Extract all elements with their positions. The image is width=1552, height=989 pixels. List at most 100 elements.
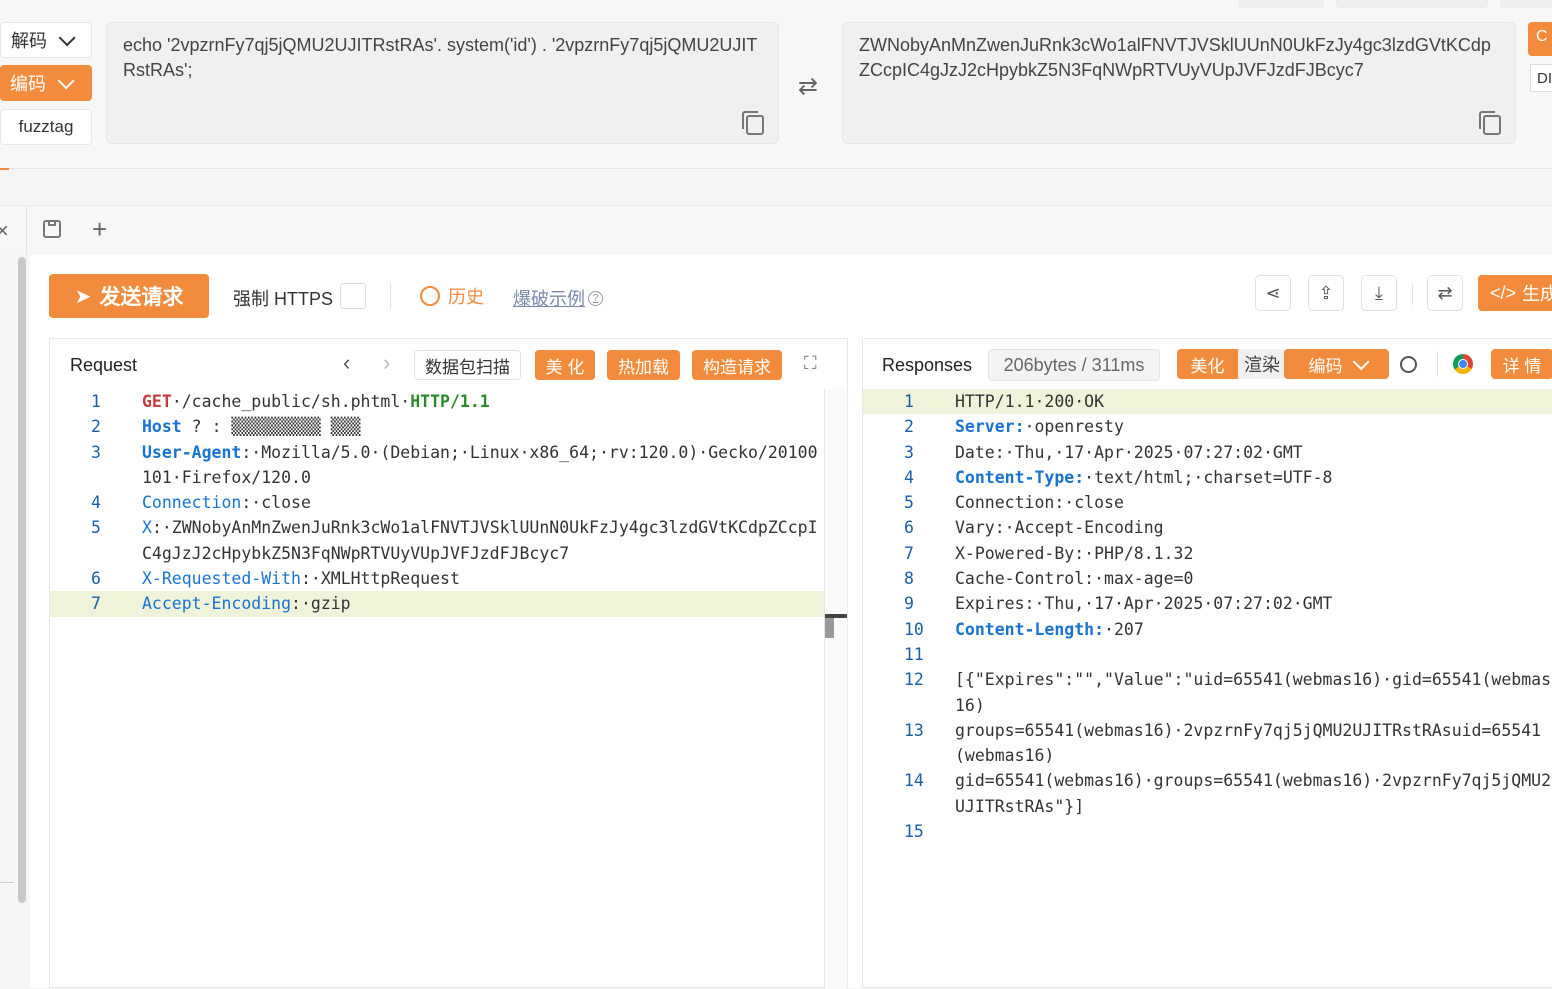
request-beautify-button[interactable]: 美 化 — [535, 350, 595, 380]
details-button[interactable]: 详 情 — [1491, 349, 1552, 379]
code-token: X — [142, 518, 152, 538]
response-beautify-label: 美化 — [1190, 356, 1225, 376]
codec-action-label: C — [1536, 28, 1548, 45]
construct-request-button[interactable]: 构造请求 — [692, 350, 782, 380]
line-number: 4 — [91, 493, 101, 513]
code-token: :·Mozilla/5.0·(Debian;·Linux·x86_64;·rv:… — [142, 442, 818, 487]
fuzz-example-link[interactable]: 爆破示例 ? — [513, 285, 603, 311]
line-content: Accept-Encoding:·gzip — [142, 591, 351, 616]
response-encode-button[interactable]: 编码 — [1284, 349, 1389, 379]
response-meta: 206bytes / 311ms — [1003, 354, 1145, 375]
fuzztag-mode-button[interactable]: fuzztag — [0, 109, 92, 145]
codec-input[interactable]: echo '2vpzrnFy7qj5jQMU2UJITRstRAs'. syst… — [106, 22, 779, 144]
codec-output[interactable]: ZWNobyAnMnZwenJuRnk3cWo1alFNVTJVSklUUnN0… — [842, 22, 1516, 144]
request-line: 5 X:·ZWNobyAnMnZwenJuRnk3cWo1alFNVTJVSklU… — [50, 515, 825, 566]
send-request-button[interactable]: ➤ 发送请求 — [49, 274, 209, 318]
codec-side-tab[interactable]: DI — [1530, 64, 1552, 92]
copy-icon[interactable] — [1479, 111, 1501, 135]
close-icon[interactable]: × — [0, 218, 9, 244]
import-button[interactable]: ⤓ — [1361, 275, 1397, 311]
line-content: gid=65541(webmas16)·groups=65541(webmas1… — [955, 768, 1552, 819]
fuzztag-label: fuzztag — [18, 117, 74, 136]
line-content — [955, 642, 965, 667]
divider — [1412, 283, 1413, 305]
line-number: 5 — [91, 518, 101, 538]
divider — [26, 206, 27, 256]
copy-icon[interactable] — [742, 111, 764, 135]
decode-mode-button[interactable]: 解码 — [0, 22, 92, 58]
top-tab-stub[interactable] — [1500, 0, 1552, 8]
codec-side-label: DI — [1537, 70, 1552, 87]
request-editor[interactable]: 1 GET·/cache_public/sh.phtml·HTTP/1.1 2 Hos… — [50, 389, 825, 617]
details-label: 详 情 — [1502, 356, 1542, 376]
share-button[interactable]: ⋖ — [1255, 275, 1291, 311]
share-icon: ⋖ — [1265, 282, 1281, 303]
next-arrow-icon[interactable]: › — [383, 350, 390, 376]
code-token: Server: — [955, 417, 1025, 437]
codec-action-button[interactable]: C — [1528, 22, 1552, 56]
divider — [390, 283, 391, 309]
code-token: Content-Type: — [955, 467, 1085, 487]
line-number: 5 — [904, 493, 914, 513]
top-tab-stub[interactable] — [1238, 0, 1324, 8]
code-token: groups=65541(webmas16)·2vpzrnFy7qj5jQMU2… — [955, 720, 1542, 766]
response-editor[interactable]: 1 HTTP/1.1·200·OK 2 Server:·openresty 3 Date:… — [863, 389, 1552, 844]
request-line: 4 Connection:·close — [50, 490, 825, 515]
line-number: 7 — [91, 594, 101, 614]
request-beautify-label: 美 化 — [545, 357, 585, 377]
line-content: GET·/cache_public/sh.phtml·HTTP/1.1 — [142, 389, 490, 414]
history-button[interactable]: 历史 — [420, 283, 484, 309]
code-token: Connection:·close — [955, 493, 1124, 513]
swap-icon: ⇄ — [1437, 282, 1453, 303]
code-token: gid=65541(webmas16)·groups=65541(webmas1… — [955, 771, 1552, 816]
export-button[interactable]: ⇪ — [1308, 275, 1344, 311]
fuzzer-main: ➤ 发送请求 强制 HTTPS 历史 爆破示例 ? ⋖ ⇪ ⤓ ⇄ </> 生成… — [30, 255, 1552, 989]
swap-icon[interactable]: ⇄ — [798, 72, 818, 101]
line-number: 9 — [904, 594, 914, 614]
fullscreen-icon[interactable]: ⛶ — [804, 353, 817, 374]
line-content: Connection:·close — [142, 490, 311, 515]
prev-arrow-icon[interactable]: ‹ — [343, 350, 350, 376]
top-tab-stub[interactable] — [1336, 0, 1488, 8]
render-button[interactable]: 渲染 — [1238, 349, 1286, 379]
encode-mode-button[interactable]: 编码 — [0, 65, 92, 101]
generate-button[interactable]: </> 生成 — [1478, 275, 1552, 311]
request-panel: Request ‹ › 数据包扫描 美 化 热加载 构造请求 ⛶ 1 GET·/c… — [49, 338, 848, 989]
line-number: 13 — [904, 720, 924, 740]
save-icon[interactable] — [43, 220, 61, 238]
paper-plane-icon: ➤ — [74, 285, 92, 308]
response-beautify-button[interactable]: 美化 — [1177, 349, 1238, 379]
line-content: groups=65541(webmas16)·2vpzrnFy7qj5jQMU2… — [955, 718, 1552, 769]
vertical-scrollbar[interactable] — [18, 257, 26, 903]
line-number: 1 — [904, 392, 914, 411]
code-token: Date:·Thu,·17·Apr·2025·07:27:02·GMT — [955, 442, 1303, 462]
chevron-down-icon — [58, 29, 76, 47]
search-button[interactable] — [1393, 349, 1423, 379]
request-header: Request ‹ › 数据包扫描 美 化 热加载 构造请求 ⛶ — [50, 339, 847, 389]
request-editor-scrollbar[interactable] — [824, 389, 847, 989]
decode-label: 解码 — [11, 31, 47, 51]
request-line: 2 Host ? : ▒▒▒▒▒▒▒▒▒ ▒▒▒ — [50, 414, 825, 439]
hot-reload-button[interactable]: 热加载 — [607, 350, 680, 380]
packet-scan-button[interactable]: 数据包扫描 — [414, 350, 521, 380]
line-number: 10 — [904, 619, 924, 639]
response-line: 7 X-Powered-By:·PHP/8.1.32 — [863, 541, 1552, 566]
code-token: · — [400, 392, 411, 411]
divider — [1437, 351, 1438, 377]
line-content: Vary:·Accept-Encoding — [955, 515, 1164, 540]
force-https-checkbox[interactable] — [340, 283, 366, 309]
line-content: Connection:·close — [955, 490, 1124, 515]
chrome-icon[interactable] — [1453, 354, 1473, 374]
code-token: : ▒▒▒▒▒▒▒▒▒ ▒▒▒ — [211, 417, 361, 437]
line-content: Expires:·Thu,·17·Apr·2025·07:27:02·GMT — [955, 591, 1333, 616]
send-request-label: 发送请求 — [99, 286, 184, 309]
swap-layout-button[interactable]: ⇄ — [1427, 275, 1463, 311]
response-line: 11 — [863, 642, 1552, 667]
line-number: 7 — [904, 543, 914, 563]
line-number: 12 — [904, 670, 924, 690]
request-line: 1 GET·/cache_public/sh.phtml·HTTP/1.1 — [50, 389, 825, 414]
line-number: 2 — [904, 417, 914, 437]
chevron-down-icon — [1352, 353, 1370, 371]
hot-reload-label: 热加载 — [618, 357, 669, 377]
add-tab-icon[interactable]: + — [92, 214, 107, 245]
